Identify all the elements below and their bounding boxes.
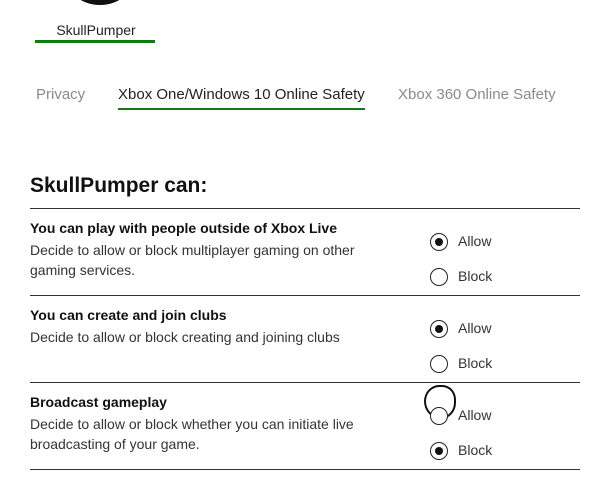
option-label: Block (458, 355, 493, 371)
gamertag-underline (35, 40, 155, 43)
option-label: Block (458, 268, 493, 284)
option-label: Allow (458, 320, 492, 336)
radio-selected-icon[interactable] (430, 233, 448, 251)
option-label: Allow (458, 407, 492, 423)
divider (30, 295, 580, 296)
setting-description: Decide to allow or block creating and jo… (30, 329, 340, 345)
setting-broadcast-gameplay: Broadcast gameplay Decide to allow or bl… (30, 385, 580, 480)
tab-xbox-360-online-safety[interactable]: Xbox 360 Online Safety (398, 86, 556, 103)
setting-description: Decide to allow or block whether you can… (30, 416, 354, 452)
divider (30, 208, 580, 209)
avatar[interactable] (60, 0, 140, 5)
divider (30, 469, 580, 470)
option-label: Block (458, 442, 493, 458)
active-tab-indicator (118, 108, 365, 110)
radio-unselected-icon[interactable] (430, 268, 448, 286)
setting-create-join-clubs: You can create and join clubs Decide to … (30, 307, 580, 393)
setting-description: Decide to allow or block multiplayer gam… (30, 242, 355, 278)
tab-label: Xbox 360 Online Safety (398, 86, 556, 103)
radio-selected-icon[interactable] (430, 442, 448, 460)
setting-title: Broadcast gameplay (30, 394, 167, 410)
divider (30, 382, 580, 383)
gamertag[interactable]: SkullPumper (35, 22, 157, 38)
section-heading: SkullPumper can: (30, 174, 208, 197)
tab-label: Privacy (36, 86, 86, 103)
profile-header: SkullPumper (35, 0, 157, 46)
setting-title: You can create and join clubs (30, 307, 227, 323)
setting-multiplayer-outside-xbox-live: You can play with people outside of Xbox… (30, 220, 580, 306)
tab-xbox-one-windows-10-online-safety[interactable]: Xbox One/Windows 10 Online Safety (118, 86, 365, 110)
radio-selected-icon[interactable] (430, 320, 448, 338)
radio-unselected-icon[interactable] (430, 355, 448, 373)
radio-unselected-icon[interactable] (430, 407, 448, 425)
option-label: Allow (458, 233, 492, 249)
tab-label: Xbox One/Windows 10 Online Safety (118, 86, 365, 103)
setting-title: You can play with people outside of Xbox… (30, 220, 338, 236)
tab-privacy[interactable]: Privacy (36, 86, 85, 103)
